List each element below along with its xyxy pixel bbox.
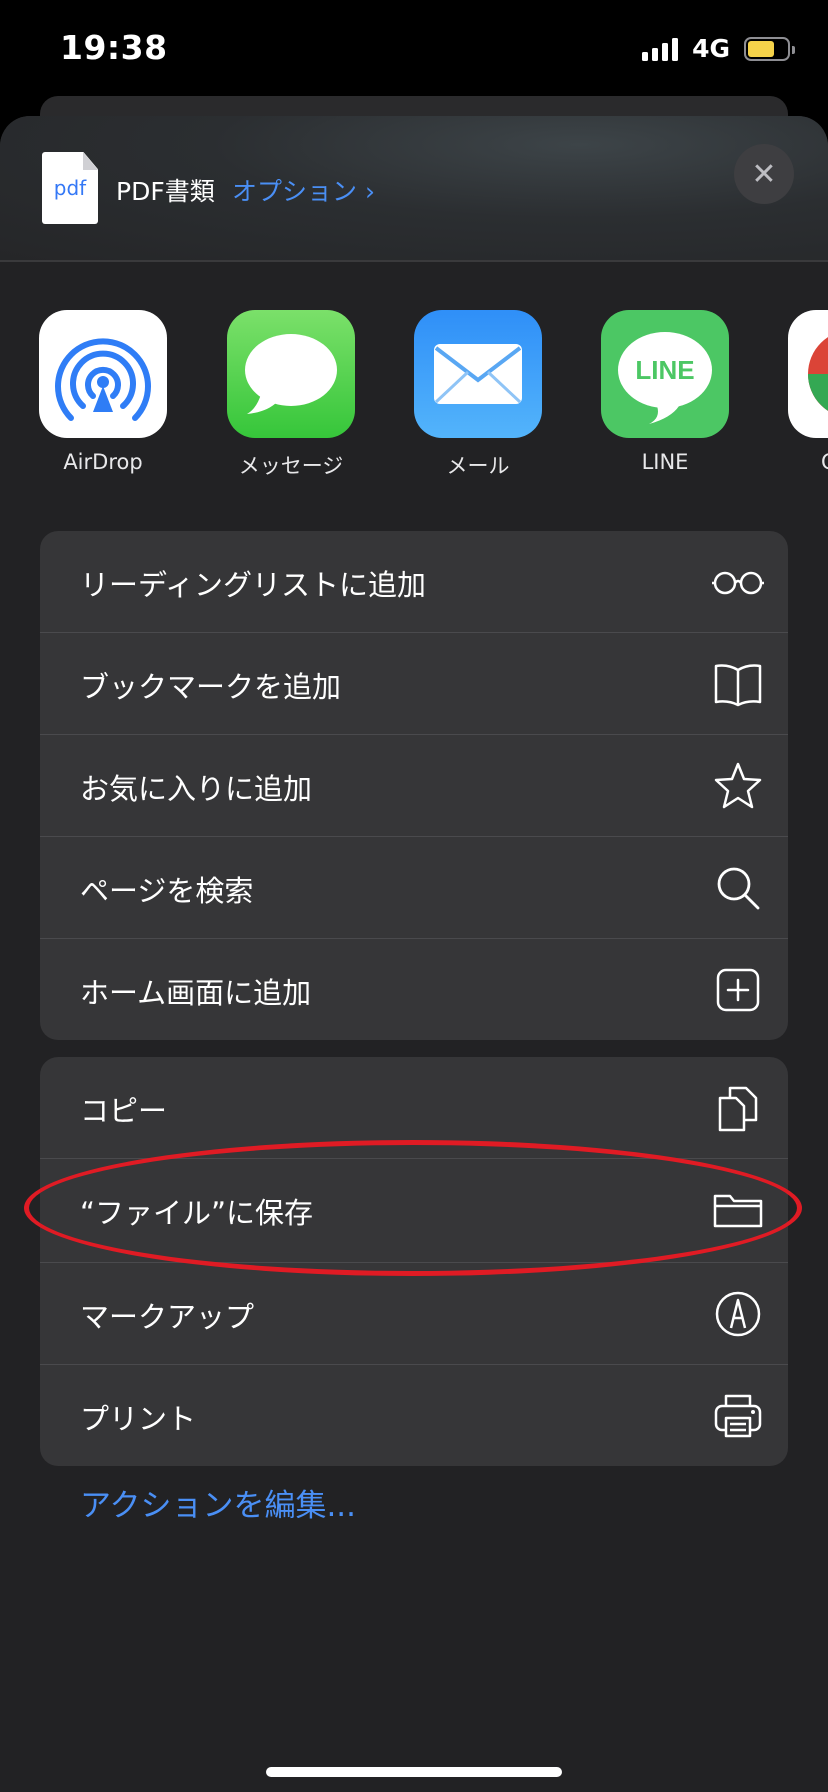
- glasses-icon: [712, 571, 764, 595]
- search-icon: [717, 867, 760, 910]
- app-label-messages: メッセージ: [238, 454, 344, 478]
- folder-icon: [713, 1194, 763, 1228]
- action-label: ブックマークを追加: [80, 670, 342, 704]
- action-save-to-files[interactable]: “ファイル”に保存: [40, 1159, 788, 1263]
- star-icon: [714, 762, 762, 809]
- app-line[interactable]: LINE LINE: [580, 310, 750, 474]
- action-label: リーディングリストに追加: [80, 568, 426, 602]
- action-add-favorites[interactable]: お気に入りに追加: [40, 735, 788, 837]
- close-button[interactable]: ✕: [734, 144, 794, 204]
- chrome-icon: [788, 310, 828, 438]
- app-label-mail: メール: [446, 454, 510, 478]
- document-title: PDF書類: [116, 177, 215, 206]
- share-apps-row[interactable]: AirDrop メッセージ メール LINE LINE: [0, 310, 828, 480]
- book-icon: [714, 664, 762, 707]
- status-time: 19:38: [60, 28, 168, 67]
- action-add-bookmark[interactable]: ブックマークを追加: [40, 633, 788, 735]
- action-add-reading-list[interactable]: リーディングリストに追加: [40, 531, 788, 633]
- cellular-signal-icon: [642, 37, 679, 61]
- network-type: 4G: [692, 34, 730, 63]
- action-label: “ファイル”に保存: [80, 1196, 314, 1230]
- svg-text:LINE: LINE: [635, 355, 694, 385]
- action-label: マークアップ: [80, 1300, 255, 1334]
- action-label: コピー: [80, 1094, 168, 1128]
- action-find-on-page[interactable]: ページを検索: [40, 837, 788, 939]
- action-label: ホーム画面に追加: [80, 976, 312, 1010]
- line-icon: LINE: [601, 310, 729, 438]
- share-sheet-header: pdf PDF書類 オプション › ✕: [0, 116, 828, 262]
- messages-icon: [227, 310, 355, 438]
- action-markup[interactable]: マークアップ: [40, 1263, 788, 1365]
- app-messages[interactable]: メッセージ: [206, 310, 376, 480]
- home-indicator[interactable]: [266, 1767, 562, 1777]
- printer-icon: [714, 1394, 762, 1438]
- mail-icon: [414, 310, 542, 438]
- action-group-browser: リーディングリストに追加 ブックマークを追加 お気に入りに追加 ページを検索 ホ…: [40, 531, 788, 1040]
- options-link[interactable]: オプション ›: [232, 172, 375, 208]
- edit-actions-link[interactable]: アクションを編集...: [80, 1480, 356, 1525]
- app-chrome[interactable]: C: [767, 310, 828, 474]
- action-add-home-screen[interactable]: ホーム画面に追加: [40, 939, 788, 1040]
- pdf-file-icon: pdf: [42, 152, 98, 224]
- status-bar: 19:38 4G: [0, 0, 828, 100]
- app-label-line: LINE: [641, 450, 689, 474]
- action-print[interactable]: プリント: [40, 1365, 788, 1466]
- airdrop-icon: [39, 310, 167, 438]
- add-square-icon: [716, 968, 760, 1012]
- copy-icon: [718, 1086, 758, 1132]
- app-mail[interactable]: メール: [393, 310, 563, 480]
- app-label-airdrop: AirDrop: [63, 450, 143, 474]
- action-group-file: コピー “ファイル”に保存 マークアップ プリント: [40, 1057, 788, 1466]
- action-label: ページを検索: [80, 874, 254, 908]
- action-copy[interactable]: コピー: [40, 1057, 788, 1159]
- action-label: お気に入りに追加: [80, 772, 313, 806]
- battery-icon: [744, 36, 795, 61]
- app-label-chrome: C: [767, 450, 828, 474]
- close-icon: ✕: [751, 156, 777, 192]
- action-label: プリント: [80, 1402, 197, 1436]
- status-indicators: 4G: [642, 34, 795, 63]
- app-airdrop[interactable]: AirDrop: [18, 310, 188, 474]
- share-sheet: pdf PDF書類 オプション › ✕ AirDrop メッセージ メール LI…: [0, 116, 828, 1792]
- markup-icon: [715, 1291, 761, 1337]
